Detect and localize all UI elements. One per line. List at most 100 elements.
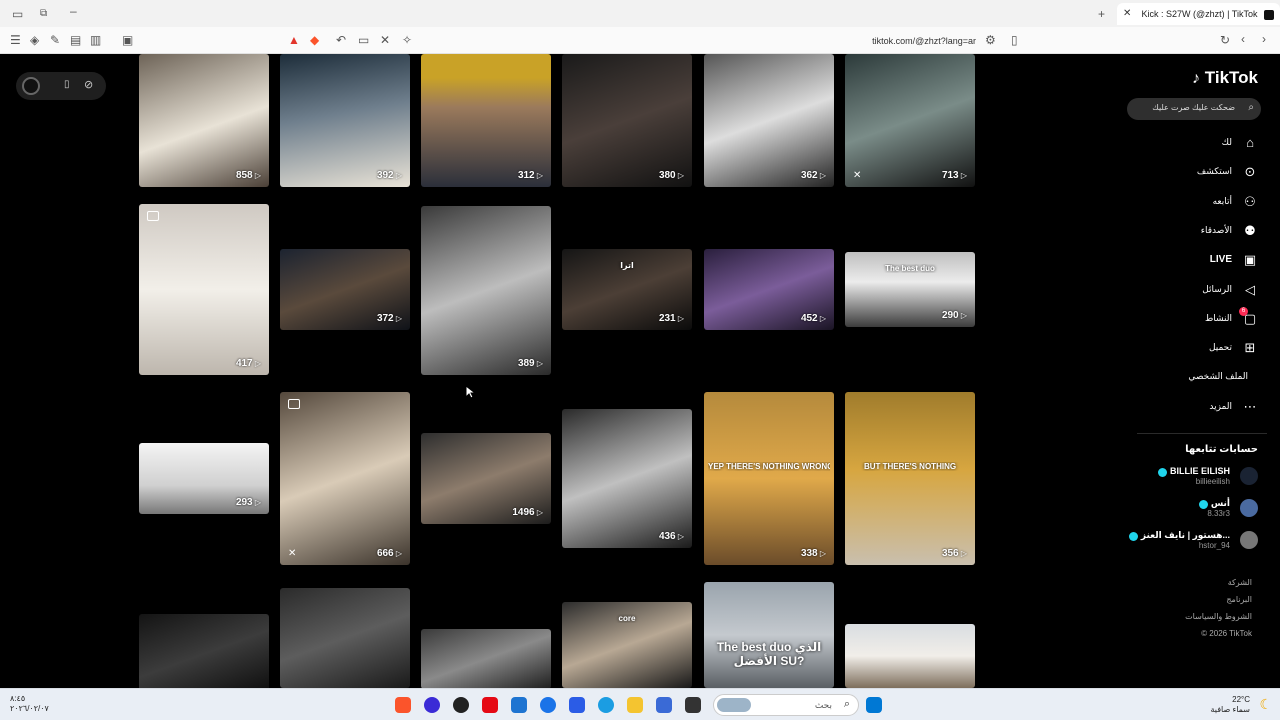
weather-widget[interactable]: 22°C سماء صافية (1210, 695, 1250, 715)
view-count: 666 ▷ (376, 548, 402, 559)
video-thumbnail[interactable] (845, 624, 975, 688)
footer-link[interactable]: الشروط والسياسات (1185, 612, 1252, 621)
brave-shields-icon[interactable]: ◆ (310, 34, 319, 46)
active-tab[interactable]: ✕ Kick : S27W (@zhzt) | TikTok (1117, 3, 1280, 25)
play-count-icon: ▷ (534, 171, 543, 180)
video-thumbnail[interactable] (280, 588, 410, 688)
video-thumbnail[interactable]: 436 ▷ (562, 409, 692, 548)
video-thumbnail[interactable]: 380 ▷ (562, 54, 692, 187)
tiktok-favicon-icon (1264, 9, 1274, 20)
photos-icon[interactable] (656, 697, 672, 713)
view-count: 392 ▷ (376, 170, 402, 181)
video-thumbnail[interactable]: The best duo 290 ▷ (845, 252, 975, 327)
site-settings-icon[interactable]: ⚙ (985, 34, 996, 46)
nav-item[interactable]: ⌂ لك (1128, 133, 1258, 155)
search-icon[interactable]: ⌕ (1248, 102, 1254, 113)
back-icon[interactable]: ‹ (1241, 33, 1245, 45)
translate-icon[interactable]: ✕ (380, 34, 390, 46)
netflix-icon[interactable] (482, 697, 498, 713)
footer-link[interactable]: البرنامج (1226, 595, 1252, 604)
taskbar-search[interactable]: بحث ⌕ (713, 694, 859, 716)
video-thumbnail[interactable]: 452 ▷ (704, 249, 834, 330)
browser-menu-icon[interactable]: ▭ (12, 8, 23, 20)
video-thumbnail[interactable]: The best duo الذي الأفضل SU? (704, 582, 834, 688)
nav-item[interactable]: ⚇ أتابعه (1128, 192, 1258, 214)
app-circle-icon[interactable] (424, 697, 440, 713)
video-thumbnail[interactable]: 372 ▷ (280, 249, 410, 330)
new-tab-icon[interactable]: + (1098, 8, 1105, 20)
video-thumbnail[interactable]: 362 ▷ (704, 54, 834, 187)
phone-icon[interactable]: ▯ (64, 79, 70, 90)
terminal-icon[interactable] (685, 697, 701, 713)
search-input[interactable]: ضحكت عليك صرت عليك ⌕ (1127, 98, 1261, 120)
sidebar-toggle-icon[interactable]: ☰ (10, 34, 21, 46)
video-thumbnail[interactable]: core (562, 602, 692, 688)
video-thumbnail[interactable]: 417 ▷ (139, 204, 269, 375)
footer-link[interactable]: © 2026 TikTok (1201, 629, 1252, 638)
undo-icon[interactable]: ↶ (336, 34, 346, 46)
brave-rewards-icon[interactable]: ▲ (288, 34, 300, 46)
screenshot-icon[interactable]: ▣ (122, 34, 133, 46)
address-bar[interactable]: tiktok.com/@zhzt?lang=ar (800, 33, 976, 49)
nav-item[interactable]: ⊞ تحميل (1128, 338, 1258, 360)
footer-link[interactable]: الشركة (1228, 578, 1252, 587)
bookmark-icon[interactable]: ▯ (1011, 34, 1018, 46)
following-account[interactable]: هستور | نايف العنز... hstor_94 (1118, 530, 1258, 552)
nav-item[interactable]: ⋯ المزيد (1128, 397, 1258, 419)
share-icon[interactable]: ▭ (358, 34, 369, 46)
chrome-icon[interactable] (540, 697, 556, 713)
app-dark-icon[interactable] (453, 697, 469, 713)
tiktok-logo[interactable]: ♪ TikTok (1192, 68, 1258, 88)
video-thumbnail[interactable]: ✕ 666 ▷ (280, 392, 410, 565)
video-thumbnail[interactable]: ✕ 713 ▷ (845, 54, 975, 187)
nav-item[interactable]: ▣ LIVE (1128, 250, 1258, 272)
tab-title: Kick : S27W (@zhzt) | TikTok (1141, 9, 1258, 19)
brave-icon[interactable] (395, 697, 411, 713)
view-count: 293 ▷ (235, 497, 261, 508)
nav-item[interactable]: ◁ الرسائل (1128, 280, 1258, 302)
play-count-icon: ▷ (534, 508, 543, 517)
shield-icon[interactable]: ◈ (30, 34, 39, 46)
nav-item[interactable]: ⚉ الأصدقاء (1128, 221, 1258, 243)
edge-icon[interactable] (598, 697, 614, 713)
nav-item[interactable]: ▢ النشاط 6 (1128, 306, 1258, 331)
minimize-icon[interactable]: – (70, 5, 77, 17)
clock[interactable]: ٨:٤٥ ٢٠٢٦/٠٢/٠٧ (10, 694, 49, 714)
nav-item[interactable]: الملف الشخصي (1128, 367, 1258, 389)
view-count: 1496 ▷ (512, 507, 543, 518)
close-tab-icon[interactable]: ✕ (1123, 3, 1131, 25)
video-thumbnail[interactable] (139, 614, 269, 688)
reload-icon[interactable]: ↻ (1220, 34, 1230, 46)
extensions-icon[interactable]: ✎ (50, 34, 60, 46)
view-count: 338 ▷ (800, 548, 826, 559)
wand-icon[interactable]: ✧ (402, 34, 412, 46)
verified-badge-icon (1157, 468, 1167, 477)
video-thumbnail[interactable]: 858 ▷ (139, 54, 269, 187)
video-thumbnail[interactable]: YEP THERE'S NOTHING WRONG WITH 338 ▷ (704, 392, 834, 565)
browser-toolbar: ☰ ◈ ✎ ▤ ▥ ▣ ▲ ◆ ↶ ▭ ✕ ✧ tiktok.com/@zhzt… (0, 27, 1280, 54)
compass-icon[interactable]: ⊘ (84, 78, 93, 91)
windows-start-icon[interactable] (866, 697, 882, 713)
following-account[interactable]: BILLIE EILISH billieeilish (1118, 466, 1258, 488)
video-thumbnail[interactable]: 392 ▷ (280, 54, 410, 187)
video-thumbnail[interactable]: اترا 231 ▷ (562, 249, 692, 330)
following-account[interactable]: أنس 8.33r3 (1118, 498, 1258, 520)
video-thumbnail[interactable]: 389 ▷ (421, 206, 551, 375)
video-thumbnail[interactable]: 293 ▷ (139, 443, 269, 514)
video-thumbnail[interactable] (421, 629, 551, 688)
record-icon[interactable] (22, 77, 40, 95)
forward-icon[interactable]: › (1262, 33, 1266, 45)
outlook-icon[interactable] (511, 697, 527, 713)
split-view-icon[interactable]: ▥ (90, 34, 101, 46)
video-caption: YEP THERE'S NOTHING WRONG WITH (708, 462, 830, 471)
file-explorer-icon[interactable] (627, 697, 643, 713)
tab-actions-icon[interactable]: ⧉ (40, 8, 47, 20)
calculator-icon[interactable] (569, 697, 585, 713)
video-thumbnail[interactable]: 1496 ▷ (421, 433, 551, 524)
play-count-icon: ▷ (393, 314, 402, 323)
nav-item[interactable]: ⊙ استكشف (1128, 162, 1258, 184)
video-thumbnail[interactable]: BUT THERE'S NOTHING 356 ▷ (845, 392, 975, 565)
reading-list-icon[interactable]: ▤ (70, 34, 81, 46)
video-thumbnail[interactable]: 312 ▷ (421, 54, 551, 187)
play-count-icon: ▷ (817, 549, 826, 558)
